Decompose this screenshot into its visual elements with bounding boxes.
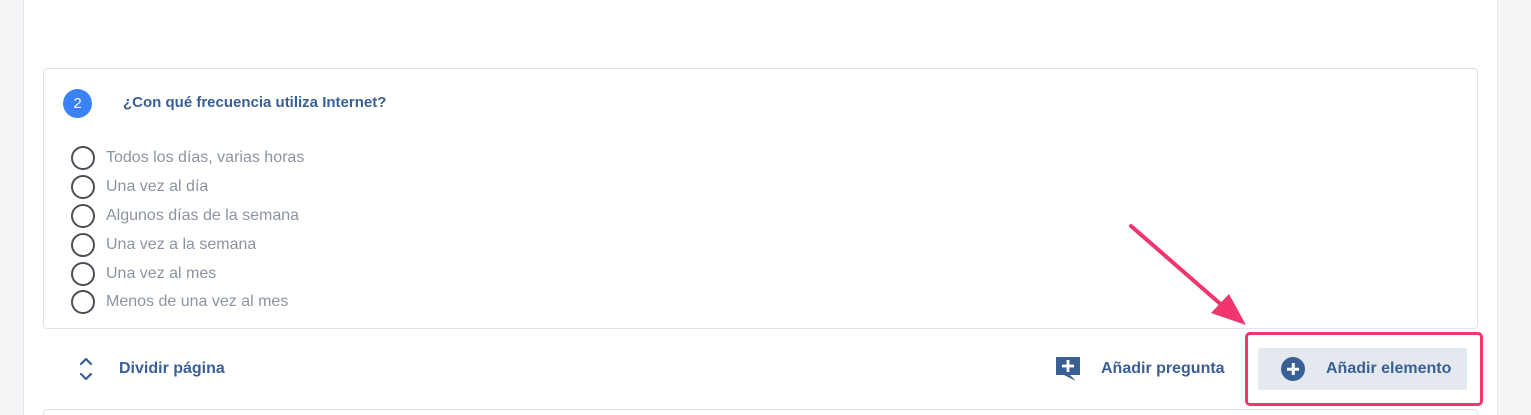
answer-options: Todos los días, varias horas Una vez al … — [71, 144, 304, 317]
plus-circle-icon — [1281, 357, 1305, 381]
add-question-button[interactable]: Añadir pregunta — [1054, 355, 1225, 383]
answer-option[interactable]: Una vez a la semana — [71, 230, 304, 259]
option-label: Una vez al día — [106, 178, 209, 196]
add-comment-icon — [1054, 355, 1082, 383]
question-title[interactable]: ¿Con qué frecuencia utiliza Internet? — [123, 94, 386, 111]
option-label: Menos de una vez al mes — [106, 293, 289, 311]
add-element-label: Añadir elemento — [1326, 360, 1452, 377]
answer-option[interactable]: Una vez al mes — [71, 259, 304, 288]
radio-button[interactable] — [71, 175, 95, 200]
answer-option[interactable]: Todos los días, varias horas — [71, 144, 304, 173]
option-label: Todos los días, varias horas — [106, 149, 305, 167]
radio-button[interactable] — [71, 261, 95, 286]
answer-option[interactable]: Menos de una vez al mes — [71, 288, 304, 317]
next-question-card — [43, 409, 1478, 415]
add-question-label: Añadir pregunta — [1101, 360, 1225, 377]
option-label: Una vez al mes — [106, 264, 217, 282]
split-page-label: Dividir página — [119, 360, 225, 377]
answer-option[interactable]: Algunos días de la semana — [71, 202, 304, 231]
option-label: Una vez a la semana — [106, 235, 257, 253]
question-number-badge: 2 — [63, 89, 92, 118]
radio-button[interactable] — [71, 232, 95, 257]
chevron-up-down-icon — [74, 354, 98, 384]
option-label: Algunos días de la semana — [106, 206, 300, 224]
radio-button[interactable] — [71, 146, 95, 171]
add-element-button[interactable]: Añadir elemento — [1258, 348, 1467, 390]
radio-button[interactable] — [71, 290, 95, 315]
answer-option[interactable]: Una vez al día — [71, 173, 304, 202]
radio-button[interactable] — [71, 203, 95, 228]
split-page-button[interactable]: Dividir página — [74, 354, 225, 384]
